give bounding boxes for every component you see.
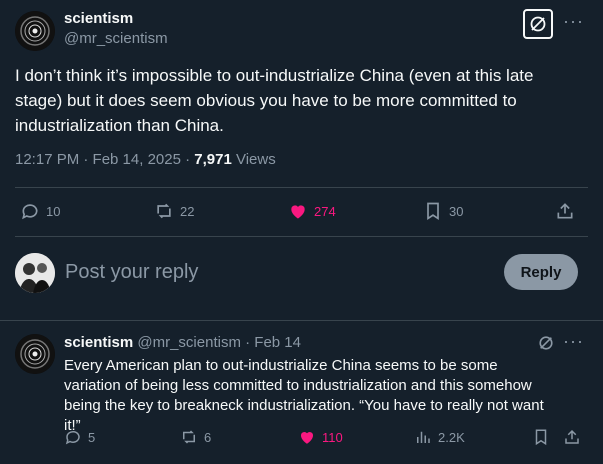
reply-more-options-icon[interactable]: ··· <box>563 331 584 352</box>
main-like-count: 274 <box>314 203 336 219</box>
main-bookmark-button[interactable]: 30 <box>423 201 463 221</box>
reply-like-count: 110 <box>322 429 343 445</box>
share-icon <box>565 429 579 444</box>
reply-bookmark-button[interactable] <box>532 428 550 446</box>
main-repost-count: 22 <box>180 203 195 219</box>
heart-filled-icon <box>291 205 305 219</box>
main-post-views-count: 7,971 <box>194 151 232 168</box>
divider-top <box>15 187 588 188</box>
main-post-avatar[interactable] <box>15 11 55 51</box>
main-post-views-label: Views <box>231 151 276 168</box>
bookmark-icon <box>535 429 547 446</box>
reply-grok-button[interactable] <box>538 335 554 356</box>
reply-post-avatar[interactable] <box>15 334 55 374</box>
main-post-text: I don’t think it’s impossible to out-ind… <box>15 66 534 135</box>
reply-post-text: Every American plan to out-industrialize… <box>64 357 544 434</box>
main-bookmark-count: 30 <box>449 203 464 219</box>
repost-icon <box>183 430 195 444</box>
analytics-icon <box>417 431 430 443</box>
reply-post-display-name[interactable]: scientism <box>64 334 133 351</box>
reply-post-date[interactable]: · Feb 14 <box>241 334 301 351</box>
main-post-meta: 12:17 PM · Feb 14, 2025 · 7,971 Views <box>15 151 276 168</box>
reply-views-count: 2.2K <box>438 429 465 445</box>
main-post-timestamp[interactable]: 12:17 PM · Feb 14, 2025 · <box>15 151 194 168</box>
reply-icon <box>65 430 80 445</box>
repost-icon <box>157 203 171 219</box>
reply-share-button[interactable] <box>563 428 581 446</box>
main-post-display-name[interactable]: scientism <box>64 10 133 27</box>
grok-icon <box>539 336 553 350</box>
main-like-button[interactable]: 274 <box>288 201 336 221</box>
divider-actions <box>15 236 588 237</box>
reply-post-handle[interactable]: @mr_scientism <box>137 334 241 351</box>
more-options-icon[interactable]: ··· <box>563 11 584 32</box>
divider-composer <box>0 320 603 321</box>
reply-input[interactable]: Post your reply <box>65 261 198 284</box>
bookmark-icon <box>427 202 439 221</box>
grok-explain-button[interactable] <box>523 9 553 39</box>
main-repost-button[interactable]: 22 <box>154 201 194 221</box>
reply-repost-button[interactable]: 6 <box>180 428 211 446</box>
share-icon <box>557 203 573 219</box>
main-post-handle[interactable]: @mr_scientism <box>64 30 168 47</box>
main-share-button[interactable] <box>555 201 575 221</box>
reply-post-header: scientism @mr_scientism · Feb 14 <box>64 334 301 351</box>
reply-reply-count: 5 <box>88 429 96 445</box>
heart-filled-icon <box>300 431 314 444</box>
reply-views-button[interactable]: 2.2K <box>414 428 465 446</box>
reply-button[interactable]: Reply <box>504 254 578 290</box>
reply-repost-count: 6 <box>204 429 212 445</box>
user-avatar[interactable] <box>15 253 55 293</box>
main-reply-count: 10 <box>46 203 61 219</box>
grok-icon <box>530 16 546 32</box>
reply-reply-button[interactable]: 5 <box>64 428 95 446</box>
reply-icon <box>22 204 38 220</box>
reply-like-button[interactable]: 110 <box>298 428 343 446</box>
main-reply-button[interactable]: 10 <box>20 201 60 221</box>
